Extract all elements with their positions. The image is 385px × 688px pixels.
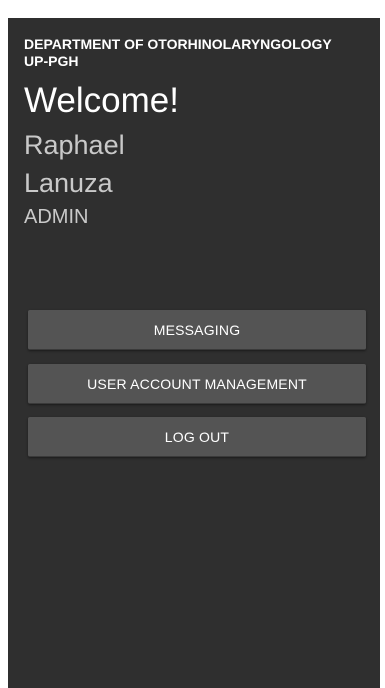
app-screen: DEPARTMENT OF OTORHINOLARYNGOLOGY UP-PGH… [8, 18, 380, 688]
department-name: DEPARTMENT OF OTORHINOLARYNGOLOGY [24, 36, 332, 52]
logout-button[interactable]: LOG OUT [28, 417, 366, 457]
user-last-name: Lanuza [24, 168, 113, 198]
user-account-management-button[interactable]: USER ACCOUNT MANAGEMENT [28, 364, 366, 404]
user-first-name: Raphael [24, 130, 125, 160]
hospital-name: UP-PGH [24, 53, 79, 69]
user-role: ADMIN [24, 206, 89, 228]
department-header: DEPARTMENT OF OTORHINOLARYNGOLOGY UP-PGH [24, 36, 364, 70]
messaging-button[interactable]: MESSAGING [28, 310, 366, 350]
welcome-heading: Welcome! [24, 81, 179, 120]
